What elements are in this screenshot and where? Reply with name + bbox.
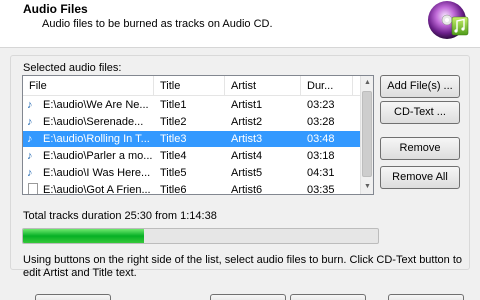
duration-progress-bar <box>22 228 379 244</box>
total-duration-label: Total tracks duration 25:30 from 1:14:38 <box>23 210 217 222</box>
table-row[interactable]: ♪ E:\audio\Serenade... Title2 Artist2 03… <box>23 114 360 130</box>
footer-button-partial[interactable] <box>210 294 286 300</box>
cell-file: E:\audio\Got A Frien... <box>43 184 151 195</box>
footer-button-partial[interactable] <box>388 294 464 300</box>
selected-files-label: Selected audio files: <box>23 62 122 74</box>
audio-file-list[interactable]: File Title Artist Dur... ♪ E:\audio\We A… <box>22 75 374 195</box>
scroll-up-arrow-icon[interactable]: ▲ <box>361 76 373 90</box>
cell-artist: Artist3 <box>231 133 263 145</box>
cell-artist: Artist2 <box>231 116 263 128</box>
cell-title: Title3 <box>160 133 187 145</box>
column-title[interactable]: Title <box>154 76 225 96</box>
add-files-button[interactable]: Add File(s) ... <box>380 75 460 98</box>
audio-cd-icon <box>428 1 469 39</box>
footer-button-partial[interactable] <box>290 294 366 300</box>
cell-file: E:\audio\Rolling In T... <box>43 133 150 145</box>
column-file[interactable]: File <box>23 76 154 96</box>
cell-artist: Artist4 <box>231 150 263 162</box>
audio-note-icon: ♪ <box>27 167 33 179</box>
scroll-down-arrow-icon[interactable]: ▼ <box>361 180 373 194</box>
progress-fill <box>23 229 145 243</box>
cell-file: E:\audio\I Was Here... <box>43 167 151 179</box>
audio-note-icon: ♪ <box>27 99 33 111</box>
blank-file-icon <box>28 183 38 194</box>
table-row[interactable]: ♪ E:\audio\Parler a mo... Title4 Artist4… <box>23 148 360 164</box>
cell-duration: 03:28 <box>307 116 335 128</box>
cell-file: E:\audio\Parler a mo... <box>43 150 153 162</box>
audio-note-icon: ♪ <box>27 133 33 145</box>
audio-note-icon: ♪ <box>27 116 33 128</box>
wizard-header: Audio Files Audio files to be burned as … <box>0 0 480 48</box>
cell-file: E:\audio\We Are Ne... <box>43 99 149 111</box>
cell-file: E:\audio\Serenade... <box>43 116 144 128</box>
cell-title: Title2 <box>160 116 187 128</box>
cell-title: Title4 <box>160 150 187 162</box>
table-row[interactable]: ♪ E:\audio\We Are Ne... Title1 Artist1 0… <box>23 97 360 113</box>
audio-note-icon: ♪ <box>27 150 33 162</box>
cell-duration: 03:35 <box>307 184 335 195</box>
cd-text-button[interactable]: CD-Text ... <box>380 101 460 124</box>
remove-all-button[interactable]: Remove All <box>380 166 460 189</box>
cell-duration: 03:18 <box>307 150 335 162</box>
table-row[interactable]: ♪ E:\audio\I Was Here... Title5 Artist5 … <box>23 165 360 181</box>
cell-title: Title5 <box>160 167 187 179</box>
cell-artist: Artist1 <box>231 99 263 111</box>
cell-title: Title1 <box>160 99 187 111</box>
table-row[interactable]: E:\audio\Got A Frien... Title6 Artist6 0… <box>23 182 360 195</box>
cell-artist: Artist5 <box>231 167 263 179</box>
page-title: Audio Files <box>23 2 88 16</box>
cell-duration: 04:31 <box>307 167 335 179</box>
list-header: File Title Artist Dur... <box>23 76 373 96</box>
footer-button-partial[interactable] <box>35 294 111 300</box>
cell-artist: Artist6 <box>231 184 263 195</box>
cell-duration: 03:48 <box>307 133 335 145</box>
scrollbar-thumb[interactable] <box>362 91 372 177</box>
cell-title: Title6 <box>160 184 187 195</box>
instructions-text: Using buttons on the right side of the l… <box>23 254 463 279</box>
column-duration[interactable]: Dur... <box>301 76 353 96</box>
page-subtitle: Audio files to be burned as tracks on Au… <box>42 18 273 30</box>
column-artist[interactable]: Artist <box>225 76 301 96</box>
cell-duration: 03:23 <box>307 99 335 111</box>
list-scrollbar[interactable]: ▲ ▼ <box>360 76 373 194</box>
table-row-selected[interactable]: ♪ E:\audio\Rolling In T... Title3 Artist… <box>23 131 360 147</box>
remove-button[interactable]: Remove <box>380 137 460 160</box>
